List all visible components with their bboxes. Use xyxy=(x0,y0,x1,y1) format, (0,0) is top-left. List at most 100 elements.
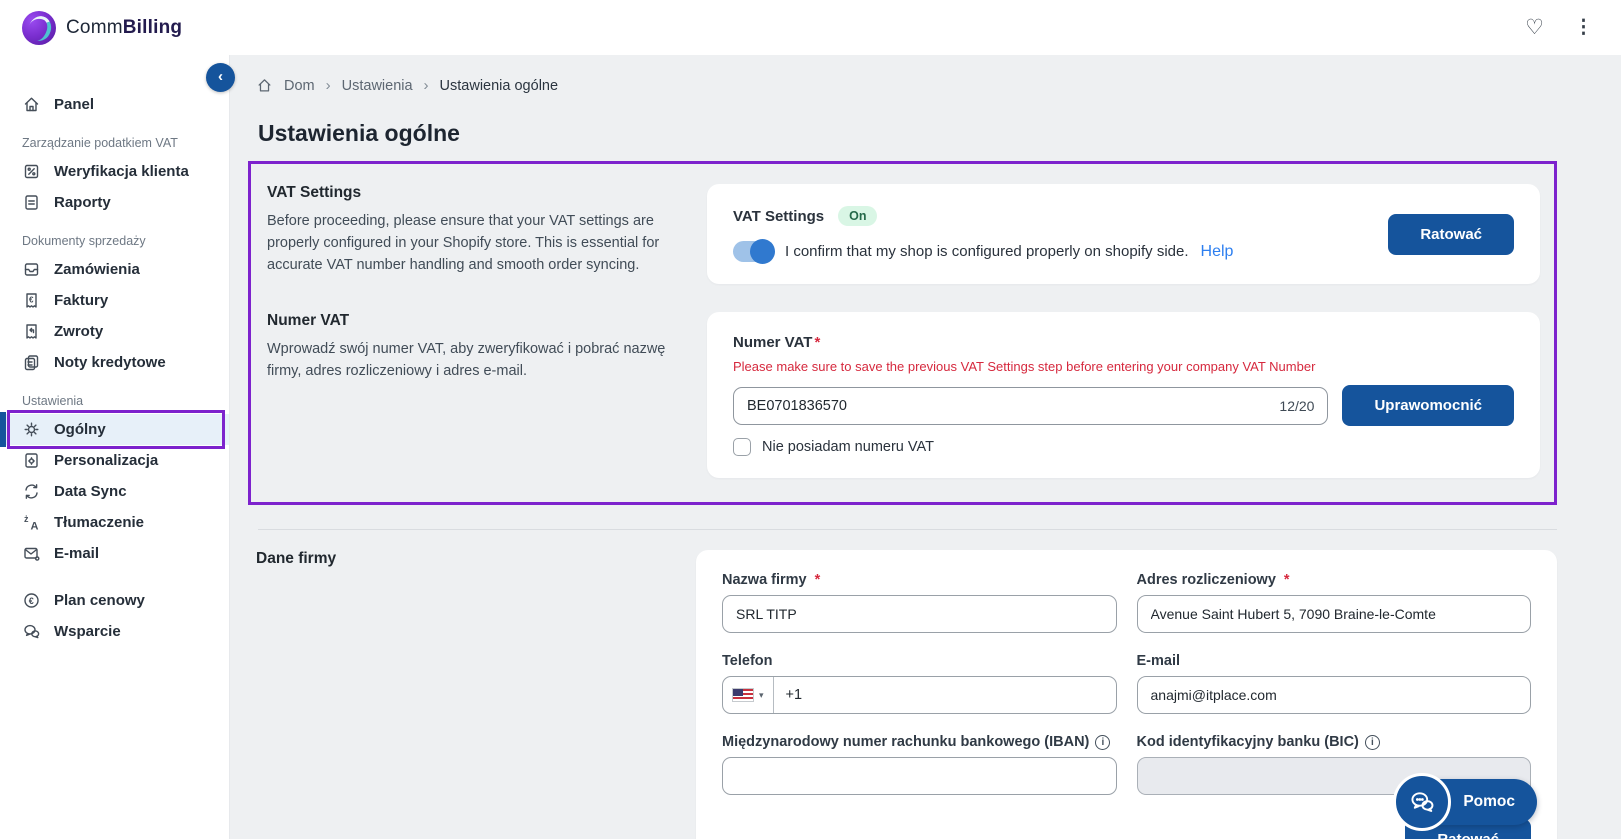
shopify-confirm-toggle[interactable] xyxy=(733,241,773,262)
kebab-menu-icon[interactable]: ⋮ xyxy=(1574,18,1593,37)
sidebar-item-ogolny[interactable]: Ogólny xyxy=(0,414,229,445)
vat-settings-row: VAT Settings Before proceeding, please e… xyxy=(267,184,1540,284)
chevron-right-icon: › xyxy=(424,77,429,94)
svg-text:ż: ż xyxy=(24,514,29,524)
info-icon: i xyxy=(1365,735,1380,750)
vat-number-card: Numer VAT* Please make sure to save the … xyxy=(707,312,1540,478)
iban-field: Międzynarodowy numer rachunku bankowego … xyxy=(722,734,1117,795)
sidebar-item-panel[interactable]: Panel xyxy=(0,89,229,120)
sidebar-item-data-sync[interactable]: Data Sync xyxy=(0,476,229,507)
top-header: CommBilling ♡ ⋮ xyxy=(0,0,1621,55)
toggle-knob xyxy=(750,239,775,264)
header-actions: ♡ ⋮ xyxy=(1525,17,1593,38)
sidebar-section-title: Ustawienia xyxy=(0,378,229,414)
vat-annotation-box: VAT Settings Before proceeding, please e… xyxy=(248,161,1557,505)
required-asterisk: * xyxy=(815,572,821,588)
sidebar-item-label: Tłumaczenie xyxy=(54,514,144,531)
mail-icon xyxy=(22,544,41,563)
company-info-row: Dane firmy Nazwa firmy* Adres rozliczeni… xyxy=(256,550,1557,839)
sidebar-item-zamowienia[interactable]: Zamówienia xyxy=(0,254,229,285)
required-asterisk: * xyxy=(814,334,820,351)
svg-text:€: € xyxy=(29,296,34,305)
us-flag-icon xyxy=(732,688,754,702)
brand-name: CommBilling xyxy=(66,17,182,39)
no-vat-number-checkbox[interactable] xyxy=(733,438,751,456)
checkbox-label: Nie posiadam numeru VAT xyxy=(762,439,934,455)
vat-check-icon xyxy=(22,162,41,181)
sync-arrows-icon xyxy=(22,482,41,501)
chevron-left-icon: ‹ xyxy=(218,68,223,85)
svg-text:€: € xyxy=(29,596,34,606)
sidebar-section-title: Dokumenty sprzedaży xyxy=(0,218,229,254)
save-vat-settings-button[interactable]: Ratować xyxy=(1388,214,1514,255)
sidebar-item-label: Plan cenowy xyxy=(54,592,145,609)
chevron-right-icon: › xyxy=(326,77,331,94)
vat-settings-card: VAT Settings On I confirm that my shop i… xyxy=(707,184,1540,284)
svg-text:A: A xyxy=(31,521,39,533)
sidebar-item-noty-kredytowe[interactable]: Noty kredytowe xyxy=(0,347,229,378)
sidebar-item-plan-cenowy[interactable]: € Plan cenowy xyxy=(0,585,229,616)
home-icon xyxy=(22,95,41,114)
sidebar-item-label: Zwroty xyxy=(54,323,103,340)
sidebar-item-label: Panel xyxy=(54,96,94,113)
page-title: Ustawienia ogólne xyxy=(258,120,1557,147)
sidebar-item-label: Wsparcie xyxy=(54,623,121,640)
email-input[interactable] xyxy=(1137,676,1532,714)
report-document-icon xyxy=(22,193,41,212)
favorite-heart-icon[interactable]: ♡ xyxy=(1525,17,1544,38)
sidebar: ‹ Panel Zarządzanie podatkiem VAT Weryfi… xyxy=(0,55,230,839)
confirm-text: I confirm that my shop is configured pro… xyxy=(785,243,1189,260)
sidebar-item-personalizacja[interactable]: Personalizacja xyxy=(0,445,229,476)
billing-address-input[interactable] xyxy=(1137,595,1532,633)
breadcrumb-home[interactable]: Dom xyxy=(284,78,315,94)
phone-field: Telefon ▾ xyxy=(722,653,1117,714)
phone-input[interactable] xyxy=(774,687,1116,703)
help-link[interactable]: Help xyxy=(1201,243,1234,261)
country-code-selector[interactable]: ▾ xyxy=(723,677,774,713)
caret-down-icon: ▾ xyxy=(759,690,764,701)
euro-circle-icon: € xyxy=(22,591,41,610)
sidebar-item-label: Noty kredytowe xyxy=(54,354,166,371)
help-fab-label: Pomoc xyxy=(1463,793,1515,811)
gear-icon xyxy=(22,420,41,439)
info-icon: i xyxy=(1095,735,1110,750)
validate-vat-button[interactable]: Uprawomocnić xyxy=(1342,385,1514,426)
main-content: Dom › Ustawienia › Ustawienia ogólne Ust… xyxy=(230,55,1621,839)
vat-number-input-wrap: 12/20 xyxy=(733,387,1328,425)
iban-input[interactable] xyxy=(722,757,1117,795)
breadcrumb: Dom › Ustawienia › Ustawienia ogólne xyxy=(256,77,1557,94)
sidebar-item-weryfikacja-klienta[interactable]: Weryfikacja klienta xyxy=(0,156,229,187)
support-chat-icon xyxy=(22,622,41,641)
company-name-field: Nazwa firmy* xyxy=(722,572,1117,633)
section-description: Wprowadź swój numer VAT, aby zweryfikowa… xyxy=(267,339,679,383)
company-info-description-col: Dane firmy xyxy=(256,550,668,839)
vat-number-input[interactable] xyxy=(747,398,1271,414)
char-counter: 12/20 xyxy=(1279,398,1314,414)
sidebar-collapse-button[interactable]: ‹ xyxy=(206,63,235,92)
sidebar-item-label: Zamówienia xyxy=(54,261,140,278)
app-screen: CommBilling ♡ ⋮ ‹ Panel Zarządzanie poda… xyxy=(0,0,1621,839)
breadcrumb-ustawienia[interactable]: Ustawienia xyxy=(342,78,413,94)
sidebar-item-raporty[interactable]: Raporty xyxy=(0,187,229,218)
home-icon xyxy=(256,77,273,94)
vat-settings-description-col: VAT Settings Before proceeding, please e… xyxy=(267,184,679,284)
personalization-icon xyxy=(22,451,41,470)
billing-address-field: Adres rozliczeniowy* xyxy=(1137,572,1532,633)
vat-number-description-col: Numer VAT Wprowadź swój numer VAT, aby z… xyxy=(267,312,679,478)
help-fab-button[interactable]: Pomoc xyxy=(1407,779,1537,825)
company-name-input[interactable] xyxy=(722,595,1117,633)
vat-number-label: Numer VAT* xyxy=(733,334,1514,351)
sidebar-item-wsparcie[interactable]: Wsparcie xyxy=(0,616,229,647)
sidebar-item-label: Raporty xyxy=(54,194,111,211)
sidebar-item-label: Ogólny xyxy=(54,421,106,438)
section-description: Before proceeding, please ensure that yo… xyxy=(267,211,679,276)
section-heading: Dane firmy xyxy=(256,550,668,568)
sidebar-item-faktury[interactable]: € Faktury xyxy=(0,285,229,316)
sidebar-item-email[interactable]: E-mail xyxy=(0,538,229,569)
sidebar-item-label: Data Sync xyxy=(54,483,127,500)
sidebar-item-zwroty[interactable]: Zwroty xyxy=(0,316,229,347)
vat-warning-text: Please make sure to save the previous VA… xyxy=(733,359,1514,374)
sidebar-item-tlumaczenie[interactable]: żA Tłumaczenie xyxy=(0,507,229,538)
brand-logo[interactable]: CommBilling xyxy=(22,11,182,45)
sidebar-section-title: Zarządzanie podatkiem VAT xyxy=(0,120,229,156)
